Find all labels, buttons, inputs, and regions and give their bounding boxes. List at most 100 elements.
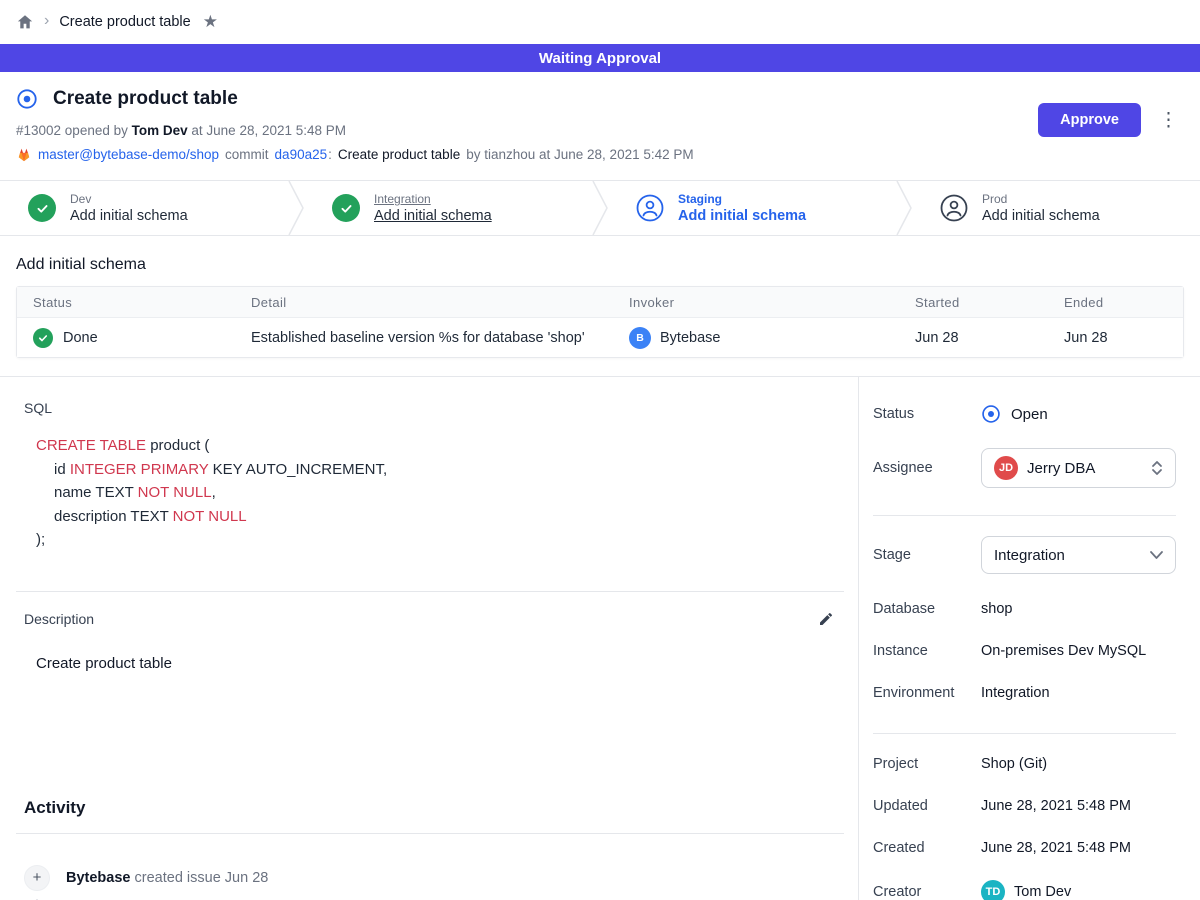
environment-value: Integration xyxy=(981,685,1050,701)
stage-done-check-icon xyxy=(332,194,360,222)
updown-chevron-icon xyxy=(1151,460,1163,476)
task-invoker: Bytebase xyxy=(660,330,720,346)
stage-separator xyxy=(896,181,912,235)
sql-text: id xyxy=(54,461,70,478)
sql-text: name TEXT xyxy=(54,484,138,501)
chevron-down-icon xyxy=(1150,551,1163,559)
creator-label: Creator xyxy=(873,884,981,900)
col-header-invoker: Invoker xyxy=(613,295,899,310)
stage-staging[interactable]: Staging Add initial schema xyxy=(608,181,896,235)
sql-keyword: CREATE TABLE xyxy=(36,437,146,454)
sql-text: KEY AUTO_INCREMENT, xyxy=(208,461,387,478)
description-content: Create product table xyxy=(36,655,844,672)
activity-heading: Activity xyxy=(24,798,844,818)
stage-integration[interactable]: Integration Add initial schema xyxy=(304,181,592,235)
stage-select-label: Stage xyxy=(873,547,981,563)
sidebar-divider xyxy=(873,733,1176,734)
stage-separator xyxy=(592,181,608,235)
stage-task-label[interactable]: Add initial schema xyxy=(374,208,492,224)
section-divider xyxy=(16,591,844,592)
breadcrumb-page-title: Create product table xyxy=(59,14,190,30)
sql-keyword: NOT NULL xyxy=(138,484,212,501)
approve-button[interactable]: Approve xyxy=(1038,103,1141,137)
project-value: Shop (Git) xyxy=(981,756,1047,772)
task-table-header: Status Detail Invoker Started Ended xyxy=(17,287,1183,317)
plus-icon: + xyxy=(24,865,50,891)
created-value: June 28, 2021 5:48 PM xyxy=(981,840,1131,856)
sql-text: description TEXT xyxy=(54,508,173,525)
task-ended: Jun 28 xyxy=(1048,330,1183,346)
assignee-avatar: JD xyxy=(994,456,1018,480)
stage-env-label: Staging xyxy=(678,192,806,206)
issue-meta-suffix: at June 28, 2021 5:48 PM xyxy=(191,123,346,138)
sidebar-divider xyxy=(873,515,1176,516)
status-label: Status xyxy=(873,406,981,422)
bookmark-star-icon[interactable]: ★ xyxy=(203,12,218,32)
waiting-approval-banner: Waiting Approval xyxy=(0,44,1200,72)
more-options-icon[interactable]: ⋮ xyxy=(1155,109,1182,132)
vcs-colon: : xyxy=(328,147,332,162)
database-value: shop xyxy=(981,601,1012,617)
updated-value: June 28, 2021 5:48 PM xyxy=(981,798,1131,814)
status-open-icon xyxy=(981,404,1001,424)
task-section-heading: Add initial schema xyxy=(16,256,1184,274)
vcs-commit-line: master@bytebase-demo/shop commit da90a25… xyxy=(16,147,1184,162)
assignee-label: Assignee xyxy=(873,460,981,476)
assignee-select[interactable]: JD Jerry DBA xyxy=(981,448,1176,488)
stage-select[interactable]: Integration xyxy=(981,536,1176,574)
issue-author: Tom Dev xyxy=(132,123,188,138)
sql-text: product ( xyxy=(146,437,209,454)
sql-keyword: INTEGER PRIMARY xyxy=(70,461,209,478)
creator-value: Tom Dev xyxy=(1014,884,1071,900)
stage-task-label: Add initial schema xyxy=(678,208,806,224)
pipeline-stage-bar: Dev Add initial schema Integration Add i… xyxy=(0,180,1200,236)
stage-prod[interactable]: Prod Add initial schema xyxy=(912,181,1200,235)
home-icon[interactable] xyxy=(16,13,34,31)
database-label: Database xyxy=(873,601,981,617)
activity-timeline-item: + Bytebase created issue Jun 28 xyxy=(16,865,844,891)
vcs-branch-repo-link[interactable]: master@bytebase-demo/shop xyxy=(38,147,219,162)
vcs-commit-label: commit xyxy=(225,147,269,162)
issue-meta-prefix: #13002 opened by xyxy=(16,123,128,138)
instance-value: On-premises Dev MySQL xyxy=(981,643,1146,659)
col-header-detail: Detail xyxy=(235,295,613,310)
description-label: Description xyxy=(24,611,94,627)
task-started: Jun 28 xyxy=(899,330,1048,346)
col-header-ended: Ended xyxy=(1048,295,1183,310)
issue-header: Create product table #13002 opened by To… xyxy=(0,72,1200,180)
issue-open-status-icon xyxy=(16,88,38,110)
vcs-commit-hash-link[interactable]: da90a25 xyxy=(275,147,328,162)
issue-sidebar: Status Open Assignee JD Jerry DBA Stage xyxy=(858,377,1200,900)
stage-dev[interactable]: Dev Add initial schema xyxy=(0,181,288,235)
table-row[interactable]: Done Established baseline version %s for… xyxy=(17,317,1183,357)
issue-meta-line: #13002 opened by Tom Dev at June 28, 202… xyxy=(16,123,1184,138)
assignee-value: Jerry DBA xyxy=(1027,460,1095,477)
stage-done-check-icon xyxy=(28,194,56,222)
status-value: Open xyxy=(1011,406,1048,423)
task-table: Status Detail Invoker Started Ended Done… xyxy=(16,286,1184,358)
task-done-check-icon xyxy=(33,328,53,348)
banner-text: Waiting Approval xyxy=(539,50,661,67)
stage-env-label: Prod xyxy=(982,192,1100,206)
col-header-started: Started xyxy=(899,295,1048,310)
sql-text: , xyxy=(212,484,216,501)
sql-keyword: NOT NULL xyxy=(173,508,247,525)
stage-env-label: Dev xyxy=(70,192,188,206)
instance-label: Instance xyxy=(873,643,981,659)
creator-avatar: TD xyxy=(981,880,1005,900)
sql-section-label: SQL xyxy=(24,400,844,416)
col-header-status: Status xyxy=(17,295,235,310)
stage-env-label[interactable]: Integration xyxy=(374,192,492,206)
environment-label: Environment xyxy=(873,685,981,701)
project-label: Project xyxy=(873,756,981,772)
updated-label: Updated xyxy=(873,798,981,814)
edit-pencil-icon[interactable] xyxy=(816,609,836,629)
vcs-commit-message: Create product table xyxy=(338,147,460,162)
stage-task-label: Add initial schema xyxy=(70,208,188,224)
sql-text: ); xyxy=(36,531,45,548)
vcs-commit-suffix: by tianzhou at June 28, 2021 5:42 PM xyxy=(466,147,693,162)
activity-author: Bytebase xyxy=(66,870,130,886)
stage-separator xyxy=(288,181,304,235)
section-divider xyxy=(16,833,844,834)
page-title: Create product table xyxy=(53,88,238,110)
